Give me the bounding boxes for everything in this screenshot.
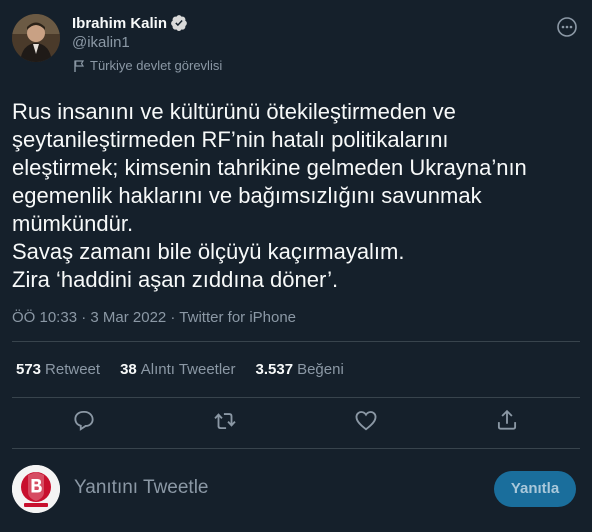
account-label: Türkiye devlet görevlisi: [72, 58, 222, 73]
quotes-label: Alıntı Tweetler: [140, 361, 236, 378]
tweet-detail: Ibrahim Kalin @ikalin1 Türkiye devlet gö…: [0, 0, 592, 532]
divider: [12, 341, 580, 342]
user-avatar[interactable]: [12, 465, 60, 513]
author-name[interactable]: Ibrahim Kalin: [72, 15, 167, 32]
retweets-label: Retweet: [45, 361, 101, 378]
author-name-row: Ibrahim Kalin: [72, 14, 188, 32]
reply-icon[interactable]: [71, 407, 97, 433]
tweet-text: Rus insanını ve kültürünü ötekileştirmed…: [12, 99, 527, 292]
more-icon[interactable]: [556, 16, 578, 38]
retweet-icon[interactable]: [212, 407, 238, 433]
tweet-actions: [0, 404, 592, 436]
share-icon[interactable]: [494, 407, 520, 433]
quotes-count: 38: [120, 361, 137, 378]
account-label-text: Türkiye devlet görevlisi: [90, 58, 223, 73]
quotes-stat[interactable]: 38 Alıntı Tweetler: [120, 361, 235, 378]
tweet-stats: 573 Retweet 38 Alıntı Tweetler 3.537 Beğ…: [16, 361, 364, 378]
flag-icon: [74, 59, 85, 72]
retweets-count: 573: [16, 361, 42, 378]
author-avatar[interactable]: [12, 14, 60, 62]
heart-icon[interactable]: [353, 407, 379, 433]
author-handle[interactable]: @ikalin1: [72, 34, 130, 51]
retweets-stat[interactable]: 573 Retweet: [16, 361, 100, 378]
likes-stat[interactable]: 3.537 Beğeni: [256, 361, 344, 378]
likes-count: 3.537: [255, 361, 294, 378]
divider: [12, 397, 580, 398]
reply-button[interactable]: Yanıtla: [494, 471, 576, 507]
tweet-header: Ibrahim Kalin @ikalin1 Türkiye devlet gö…: [12, 10, 580, 80]
likes-label: Beğeni: [297, 361, 344, 378]
reply-composer: Yanıtını Tweetle Yanıtla: [12, 465, 580, 513]
tweet-metadata[interactable]: ÖÖ 10:33 · 3 Mar 2022 · Twitter for iPho…: [12, 309, 296, 326]
reply-input[interactable]: Yanıtını Tweetle: [74, 477, 209, 499]
verified-badge-icon: [171, 15, 187, 32]
divider: [12, 448, 580, 449]
